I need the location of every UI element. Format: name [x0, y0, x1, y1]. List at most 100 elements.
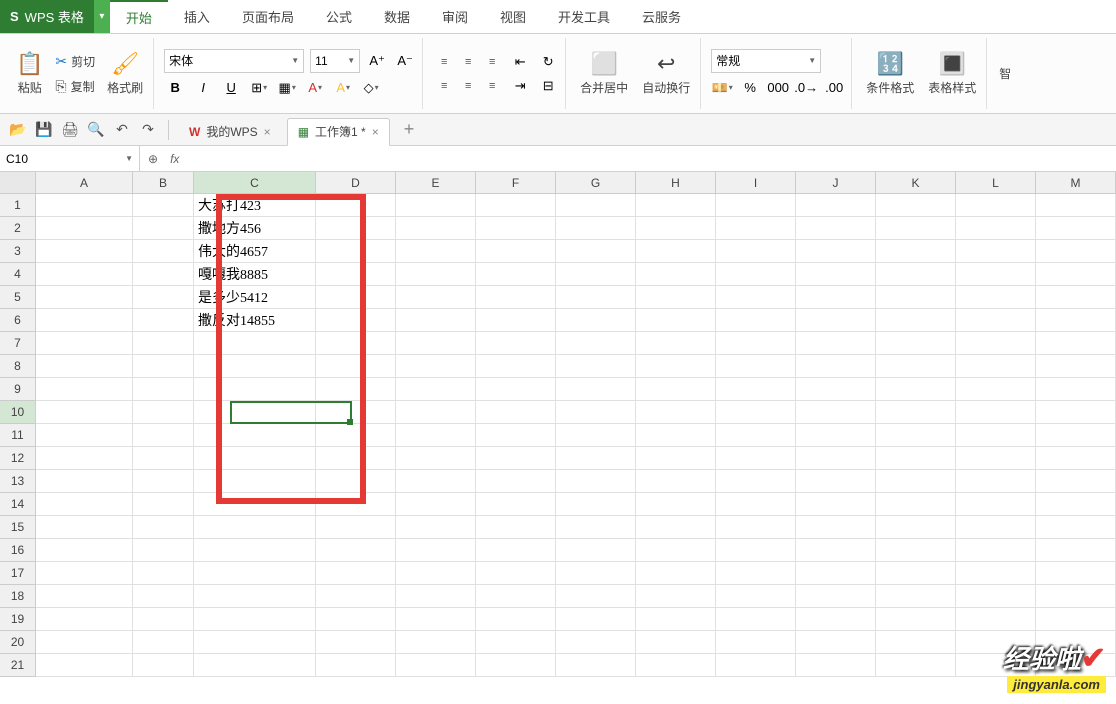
- cell-I6[interactable]: [716, 309, 796, 332]
- cell-M7[interactable]: [1036, 332, 1116, 355]
- cell-K21[interactable]: [876, 654, 956, 677]
- font-name-select[interactable]: 宋体▼: [164, 49, 304, 73]
- cell-F6[interactable]: [476, 309, 556, 332]
- cell-A11[interactable]: [36, 424, 133, 447]
- cell-L19[interactable]: [956, 608, 1036, 631]
- cell-G17[interactable]: [556, 562, 636, 585]
- cell-L6[interactable]: [956, 309, 1036, 332]
- cell-J15[interactable]: [796, 516, 876, 539]
- orientation-button[interactable]: ↻: [537, 51, 559, 73]
- cell-J8[interactable]: [796, 355, 876, 378]
- cell-L1[interactable]: [956, 194, 1036, 217]
- cell-E5[interactable]: [396, 286, 476, 309]
- cell-G13[interactable]: [556, 470, 636, 493]
- cell-C4[interactable]: 嘎嘎我8885: [194, 263, 316, 286]
- menu-tab-start[interactable]: 开始: [110, 0, 168, 33]
- row-header-9[interactable]: 9: [0, 378, 36, 401]
- cell-H7[interactable]: [636, 332, 716, 355]
- cell-F13[interactable]: [476, 470, 556, 493]
- table-style-button[interactable]: 🔳 表格样式: [924, 47, 980, 100]
- cell-C19[interactable]: [194, 608, 316, 631]
- cell-G14[interactable]: [556, 493, 636, 516]
- cell-J14[interactable]: [796, 493, 876, 516]
- cell-B8[interactable]: [133, 355, 194, 378]
- col-header-C[interactable]: C: [194, 172, 316, 193]
- cell-K17[interactable]: [876, 562, 956, 585]
- copy-button[interactable]: ⎘复制: [53, 76, 97, 97]
- cell-I2[interactable]: [716, 217, 796, 240]
- cell-K18[interactable]: [876, 585, 956, 608]
- cell-E20[interactable]: [396, 631, 476, 654]
- cell-B5[interactable]: [133, 286, 194, 309]
- cell-H10[interactable]: [636, 401, 716, 424]
- cell-J16[interactable]: [796, 539, 876, 562]
- cell-J18[interactable]: [796, 585, 876, 608]
- cell-L13[interactable]: [956, 470, 1036, 493]
- cell-M14[interactable]: [1036, 493, 1116, 516]
- cell-B4[interactable]: [133, 263, 194, 286]
- cell-E16[interactable]: [396, 539, 476, 562]
- col-header-J[interactable]: J: [796, 172, 876, 193]
- cell-D2[interactable]: [316, 217, 396, 240]
- cell-D15[interactable]: [316, 516, 396, 539]
- cell-I1[interactable]: [716, 194, 796, 217]
- menu-tab-insert[interactable]: 插入: [168, 0, 226, 33]
- undo-icon[interactable]: ↶: [112, 120, 132, 140]
- cell-I9[interactable]: [716, 378, 796, 401]
- cell-E2[interactable]: [396, 217, 476, 240]
- cell-B10[interactable]: [133, 401, 194, 424]
- col-header-E[interactable]: E: [396, 172, 476, 193]
- cell-G2[interactable]: [556, 217, 636, 240]
- decrease-decimal-button[interactable]: .00: [823, 77, 845, 99]
- app-menu-dropdown[interactable]: ▾: [94, 0, 110, 33]
- cell-L10[interactable]: [956, 401, 1036, 424]
- row-header-10[interactable]: 10: [0, 401, 36, 424]
- cell-G12[interactable]: [556, 447, 636, 470]
- cell-D3[interactable]: [316, 240, 396, 263]
- cell-B9[interactable]: [133, 378, 194, 401]
- cell-C17[interactable]: [194, 562, 316, 585]
- cell-K10[interactable]: [876, 401, 956, 424]
- fill-color-button[interactable]: ▦▾: [276, 77, 298, 99]
- cell-J12[interactable]: [796, 447, 876, 470]
- cell-E17[interactable]: [396, 562, 476, 585]
- cell-E3[interactable]: [396, 240, 476, 263]
- cell-J21[interactable]: [796, 654, 876, 677]
- cell-D18[interactable]: [316, 585, 396, 608]
- redo-icon[interactable]: ↷: [138, 120, 158, 140]
- cell-K12[interactable]: [876, 447, 956, 470]
- cell-K4[interactable]: [876, 263, 956, 286]
- cell-I10[interactable]: [716, 401, 796, 424]
- row-header-1[interactable]: 1: [0, 194, 36, 217]
- underline-button[interactable]: U: [220, 77, 242, 99]
- cell-M13[interactable]: [1036, 470, 1116, 493]
- cell-G6[interactable]: [556, 309, 636, 332]
- cell-C14[interactable]: [194, 493, 316, 516]
- cell-A3[interactable]: [36, 240, 133, 263]
- cell-A21[interactable]: [36, 654, 133, 677]
- cell-L12[interactable]: [956, 447, 1036, 470]
- cell-D19[interactable]: [316, 608, 396, 631]
- cell-G3[interactable]: [556, 240, 636, 263]
- cell-J7[interactable]: [796, 332, 876, 355]
- cell-K19[interactable]: [876, 608, 956, 631]
- cell-H16[interactable]: [636, 539, 716, 562]
- cell-I21[interactable]: [716, 654, 796, 677]
- cell-B13[interactable]: [133, 470, 194, 493]
- align-top-right[interactable]: ≡: [481, 51, 503, 73]
- cell-C3[interactable]: 伟大的4657: [194, 240, 316, 263]
- align-bottom-center[interactable]: ≡: [457, 75, 479, 97]
- cell-L5[interactable]: [956, 286, 1036, 309]
- cell-C9[interactable]: [194, 378, 316, 401]
- cell-J1[interactable]: [796, 194, 876, 217]
- cell-M12[interactable]: [1036, 447, 1116, 470]
- cell-H15[interactable]: [636, 516, 716, 539]
- cell-M10[interactable]: [1036, 401, 1116, 424]
- row-header-18[interactable]: 18: [0, 585, 36, 608]
- cell-A10[interactable]: [36, 401, 133, 424]
- cell-C13[interactable]: [194, 470, 316, 493]
- paste-button[interactable]: 📋 粘贴: [12, 47, 47, 100]
- cell-A16[interactable]: [36, 539, 133, 562]
- cell-J3[interactable]: [796, 240, 876, 263]
- close-icon[interactable]: ×: [264, 125, 271, 139]
